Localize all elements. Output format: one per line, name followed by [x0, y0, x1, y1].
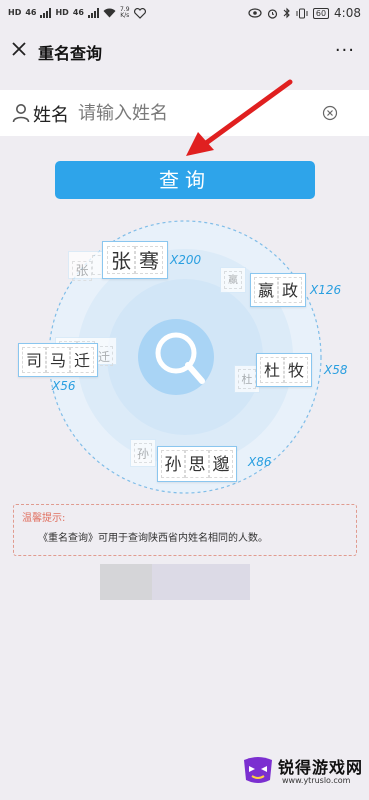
eye-icon	[248, 8, 262, 18]
app-header: 重名查询 ···	[0, 28, 369, 72]
battery-icon: 60	[312, 7, 330, 19]
signal-icon	[40, 8, 52, 18]
ad-placeholder[interactable]	[152, 564, 250, 600]
name-char: 马	[46, 347, 70, 373]
name-count: X86	[248, 455, 272, 469]
name-char: 司	[22, 347, 46, 373]
page-title: 重名查询	[38, 44, 103, 63]
name-char: 迁	[70, 347, 94, 373]
alarm-icon	[267, 8, 277, 19]
search-illustration: 张 张骞 X200 嬴 嬴政 X126 迁 司马迁 X56 杜 杜牧 X58 孙…	[0, 215, 369, 495]
clear-icon[interactable]	[322, 105, 338, 121]
name-card-ghost: 嬴	[220, 267, 246, 293]
name-char: 邈	[209, 450, 233, 478]
signal-label-2: 46	[72, 8, 84, 17]
name-char: 政	[278, 277, 302, 303]
name-card-ghost: 孙	[130, 439, 156, 467]
clock: 4:08	[334, 6, 361, 20]
query-button[interactable]: 查询	[55, 161, 315, 199]
name-count: X56	[52, 379, 76, 393]
hd-badge: HD	[8, 8, 22, 17]
vibrate-icon	[296, 8, 308, 18]
name-char: 思	[185, 450, 209, 478]
name-char: 杜	[238, 369, 256, 389]
hd-badge-2: HD	[55, 8, 69, 17]
tip-text: 《重名查询》可用于查询陕西省内姓名相同的人数。	[38, 533, 268, 544]
name-input[interactable]	[78, 98, 318, 128]
net-speed-unit: K/s	[120, 12, 130, 19]
watermark-url: www.ytruslo.com	[282, 776, 351, 785]
name-char: 杜	[260, 357, 284, 383]
heart-icon	[133, 7, 146, 19]
name-char: 骞	[135, 246, 163, 274]
person-icon	[12, 104, 30, 123]
name-char: 牧	[284, 357, 308, 383]
name-card: 嬴政	[250, 273, 306, 307]
net-speed: 7.9 K/s	[120, 7, 130, 19]
name-search-bar: 姓名	[0, 90, 369, 136]
name-char: 嬴	[224, 271, 242, 289]
watermark: 锐得游戏网 www.ytruslo.com	[230, 744, 369, 800]
name-card: 杜牧	[256, 353, 312, 387]
name-count: X126	[310, 283, 342, 297]
name-char: 张	[72, 261, 92, 281]
name-char: 孙	[134, 443, 152, 463]
name-char: 嬴	[254, 277, 278, 303]
name-char: 孙	[161, 450, 185, 478]
status-bar: HD 46 HD 46 7.9 K/s 60 4:08	[0, 0, 369, 28]
watermark-logo-icon	[244, 757, 272, 783]
name-char: 张	[107, 246, 135, 274]
name-count: X58	[324, 363, 348, 377]
watermark-title: 锐得游戏网	[278, 758, 364, 777]
name-card: 孙思邈	[157, 446, 237, 482]
signal-label: 46	[25, 8, 37, 17]
signal-icon-2	[87, 8, 99, 18]
name-card: 张骞	[102, 241, 168, 279]
name-card: 司马迁	[18, 343, 98, 377]
close-icon[interactable]	[10, 40, 28, 58]
tip-box: 温馨提示: 《重名查询》可用于查询陕西省内姓名相同的人数。	[13, 504, 357, 556]
bluetooth-icon	[283, 7, 290, 19]
more-menu-button[interactable]: ···	[335, 40, 355, 61]
wifi-icon	[103, 8, 116, 18]
name-label: 姓名	[33, 105, 69, 126]
name-count: X200	[170, 253, 202, 267]
tip-title: 温馨提示:	[22, 513, 66, 524]
ad-placeholder[interactable]	[100, 564, 152, 600]
